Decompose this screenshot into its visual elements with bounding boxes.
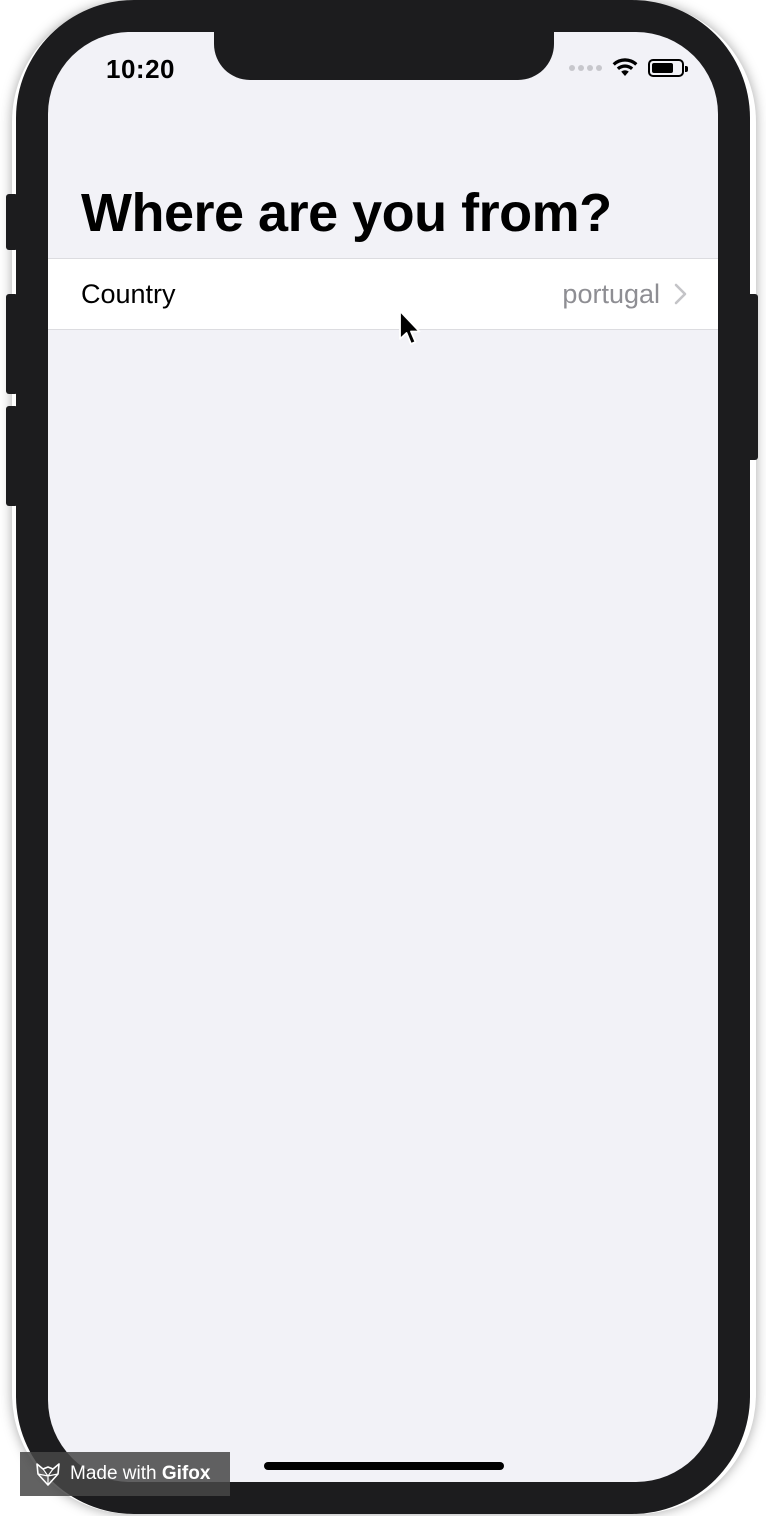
home-indicator[interactable] (264, 1462, 504, 1470)
country-row[interactable]: Country portugal (48, 258, 718, 330)
battery-icon (648, 59, 688, 77)
wifi-icon (612, 58, 638, 76)
gifox-watermark: Made with Gifox (20, 1452, 230, 1496)
watermark-text: Made with Gifox (70, 1463, 210, 1485)
battery-level-fill (652, 63, 673, 73)
chevron-right-icon (674, 283, 687, 305)
watermark-prefix: Made with (70, 1463, 162, 1484)
signal-dots-icon (569, 65, 602, 71)
mouse-pointer-icon (399, 310, 421, 345)
device-notch (214, 32, 554, 80)
status-time: 10:20 (106, 54, 175, 84)
stage: 10:20 Where are you from? Country portug… (0, 0, 766, 1516)
country-value: portugal (562, 279, 660, 309)
watermark-brand: Gifox (161, 1463, 211, 1484)
country-label: Country (81, 279, 176, 309)
gifox-logo-icon (36, 1463, 60, 1486)
device-screen: 10:20 Where are you from? Country portug… (48, 32, 718, 1482)
page-title: Where are you from? (81, 183, 612, 243)
battery-cap (685, 66, 688, 72)
status-indicators (569, 58, 688, 78)
